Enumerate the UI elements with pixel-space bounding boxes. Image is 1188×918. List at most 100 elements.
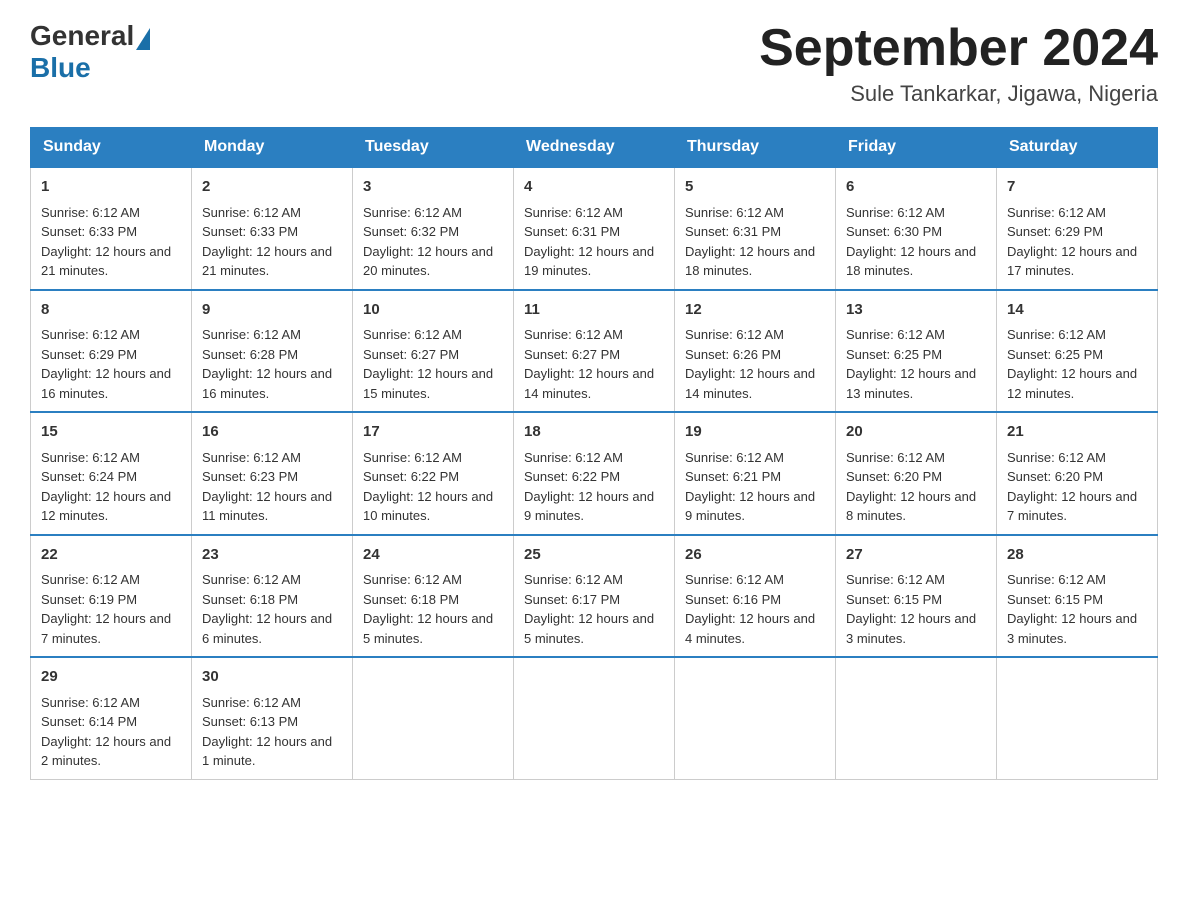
day-number: 23: [202, 544, 342, 567]
sunrise-text: Sunrise: 6:12 AM: [41, 205, 140, 220]
sunrise-text: Sunrise: 6:12 AM: [846, 327, 945, 342]
daylight-text: Daylight: 12 hours and 3 minutes.: [1007, 611, 1137, 646]
calendar-cell: 1Sunrise: 6:12 AMSunset: 6:33 PMDaylight…: [31, 167, 192, 290]
calendar-cell: 24 Sunrise: 6:12 AM Sunset: 6:18 PM Dayligh…: [353, 535, 514, 658]
day-number: 20: [846, 421, 986, 444]
day-number: 29: [41, 666, 181, 689]
sunset-text: Sunset: 6:31 PM: [685, 224, 781, 239]
calendar-cell: 22Sunrise: 6:12 AMSunset: 6:19 PMDayligh…: [31, 535, 192, 658]
calendar-cell: 2Sunrise: 6:12 AMSunset: 6:33 PMDaylight…: [192, 167, 353, 290]
day-number: 24: [363, 544, 503, 567]
day-number: 16: [202, 421, 342, 444]
day-number: 12: [685, 299, 825, 322]
title-block: September 2024 Sule Tankarkar, Jigawa, N…: [759, 20, 1158, 107]
sunset-text: Sunset: 6:27 PM: [524, 347, 620, 362]
calendar-cell: 6Sunrise: 6:12 AMSunset: 6:30 PMDaylight…: [836, 167, 997, 290]
calendar-cell: 10Sunrise: 6:12 AMSunset: 6:27 PMDayligh…: [353, 290, 514, 413]
sunrise-text: Sunrise: 6:12 AM: [524, 327, 623, 342]
sunset-text: Sunset: 6:25 PM: [846, 347, 942, 362]
calendar-cell: [353, 657, 514, 779]
day-number: 9: [202, 299, 342, 322]
daylight-text: Daylight: 12 hours and 16 minutes.: [202, 366, 332, 401]
day-number: 6: [846, 176, 986, 199]
day-number: 2: [202, 176, 342, 199]
calendar-cell: 21Sunrise: 6:12 AMSunset: 6:20 PMDayligh…: [997, 412, 1158, 535]
daylight-text: Daylight: 12 hours and 4 minutes.: [685, 611, 815, 646]
calendar-header-sunday: Sunday: [31, 128, 192, 168]
sunset-text: Sunset: 6:18 PM: [363, 592, 459, 607]
calendar-table: SundayMondayTuesdayWednesdayThursdayFrid…: [30, 127, 1158, 780]
daylight-text: Daylight: 12 hours and 1 minute.: [202, 734, 332, 769]
calendar-cell: 3Sunrise: 6:12 AMSunset: 6:32 PMDaylight…: [353, 167, 514, 290]
daylight-text: Daylight: 12 hours and 6 minutes.: [202, 611, 332, 646]
calendar-week-row: 8Sunrise: 6:12 AMSunset: 6:29 PMDaylight…: [31, 290, 1158, 413]
sunrise-text: Sunrise: 6:12 AM: [41, 327, 140, 342]
calendar-week-row: 1Sunrise: 6:12 AMSunset: 6:33 PMDaylight…: [31, 167, 1158, 290]
daylight-text: Daylight: 12 hours and 3 minutes.: [846, 611, 976, 646]
daylight-text: Daylight: 12 hours and 12 minutes.: [1007, 366, 1137, 401]
sunset-text: Sunset: 6:14 PM: [41, 714, 137, 729]
logo: General Blue: [30, 20, 150, 84]
sunrise-text: Sunrise: 6:12 AM: [202, 450, 301, 465]
sunrise-text: Sunrise: 6:12 AM: [202, 205, 301, 220]
sunrise-text: Sunrise: 6:12 AM: [846, 450, 945, 465]
sunrise-text: Sunrise: 6:12 AM: [846, 205, 945, 220]
sunset-text: Sunset: 6:24 PM: [41, 469, 137, 484]
calendar-cell: 5Sunrise: 6:12 AMSunset: 6:31 PMDaylight…: [675, 167, 836, 290]
sunset-text: Sunset: 6:33 PM: [202, 224, 298, 239]
sunrise-text: Sunrise: 6:12 AM: [1007, 327, 1106, 342]
sunset-text: Sunset: 6:28 PM: [202, 347, 298, 362]
calendar-cell: 11Sunrise: 6:12 AMSunset: 6:27 PMDayligh…: [514, 290, 675, 413]
calendar-cell: 23 Sunrise: 6:12 AM Sunset: 6:18 PM Dayligh…: [192, 535, 353, 658]
day-number: 8: [41, 299, 181, 322]
day-number: 13: [846, 299, 986, 322]
sunrise-text: Sunrise: 6:12 AM: [1007, 450, 1106, 465]
calendar-cell: 30Sunrise: 6:12 AMSunset: 6:13 PMDayligh…: [192, 657, 353, 779]
day-number: 30: [202, 666, 342, 689]
sunrise-text: Sunrise: 6:12 AM: [202, 327, 301, 342]
day-number: 22: [41, 544, 181, 567]
daylight-text: Daylight: 12 hours and 18 minutes.: [685, 244, 815, 279]
day-number: 19: [685, 421, 825, 444]
sunrise-text: Sunrise: 6:12 AM: [524, 205, 623, 220]
calendar-header-thursday: Thursday: [675, 128, 836, 168]
calendar-cell: 12Sunrise: 6:12 AMSunset: 6:26 PMDayligh…: [675, 290, 836, 413]
sunrise-text: Sunrise: 6:12 AM: [846, 572, 945, 587]
daylight-text: Daylight: 12 hours and 13 minutes.: [846, 366, 976, 401]
daylight-text: Daylight: 12 hours and 5 minutes.: [524, 611, 654, 646]
sunset-text: Sunset: 6:23 PM: [202, 469, 298, 484]
calendar-cell: 25Sunrise: 6:12 AMSunset: 6:17 PMDayligh…: [514, 535, 675, 658]
sunrise-text: Sunrise: 6:12 AM: [685, 205, 784, 220]
day-number: 14: [1007, 299, 1147, 322]
daylight-text: Daylight: 12 hours and 9 minutes.: [685, 489, 815, 524]
calendar-header-monday: Monday: [192, 128, 353, 168]
sunset-text: Sunset: 6:15 PM: [846, 592, 942, 607]
sunrise-text: Sunrise: 6:12 AM: [1007, 205, 1106, 220]
calendar-header-wednesday: Wednesday: [514, 128, 675, 168]
daylight-text: Daylight: 12 hours and 7 minutes.: [1007, 489, 1137, 524]
calendar-cell: 18Sunrise: 6:12 AMSunset: 6:22 PMDayligh…: [514, 412, 675, 535]
daylight-text: Daylight: 12 hours and 10 minutes.: [363, 489, 493, 524]
day-number: 17: [363, 421, 503, 444]
daylight-text: Daylight: 12 hours and 7 minutes.: [41, 611, 171, 646]
logo-general-text: General: [30, 20, 134, 52]
sunset-text: Sunset: 6:18 PM: [202, 592, 298, 607]
daylight-text: Daylight: 12 hours and 5 minutes.: [363, 611, 493, 646]
daylight-text: Daylight: 12 hours and 15 minutes.: [363, 366, 493, 401]
day-number: 25: [524, 544, 664, 567]
sunrise-text: Sunrise: 6:12 AM: [202, 572, 301, 587]
daylight-text: Daylight: 12 hours and 9 minutes.: [524, 489, 654, 524]
sunrise-text: Sunrise: 6:12 AM: [41, 572, 140, 587]
sunset-text: Sunset: 6:29 PM: [1007, 224, 1103, 239]
calendar-cell: 15Sunrise: 6:12 AMSunset: 6:24 PMDayligh…: [31, 412, 192, 535]
sunrise-text: Sunrise: 6:12 AM: [363, 572, 462, 587]
calendar-cell: 28Sunrise: 6:12 AMSunset: 6:15 PMDayligh…: [997, 535, 1158, 658]
sunset-text: Sunset: 6:20 PM: [846, 469, 942, 484]
calendar-cell: 7Sunrise: 6:12 AMSunset: 6:29 PMDaylight…: [997, 167, 1158, 290]
sunrise-text: Sunrise: 6:12 AM: [202, 695, 301, 710]
calendar-cell: [675, 657, 836, 779]
calendar-cell: [514, 657, 675, 779]
sunset-text: Sunset: 6:22 PM: [363, 469, 459, 484]
calendar-cell: 20Sunrise: 6:12 AMSunset: 6:20 PMDayligh…: [836, 412, 997, 535]
calendar-subtitle: Sule Tankarkar, Jigawa, Nigeria: [759, 81, 1158, 107]
